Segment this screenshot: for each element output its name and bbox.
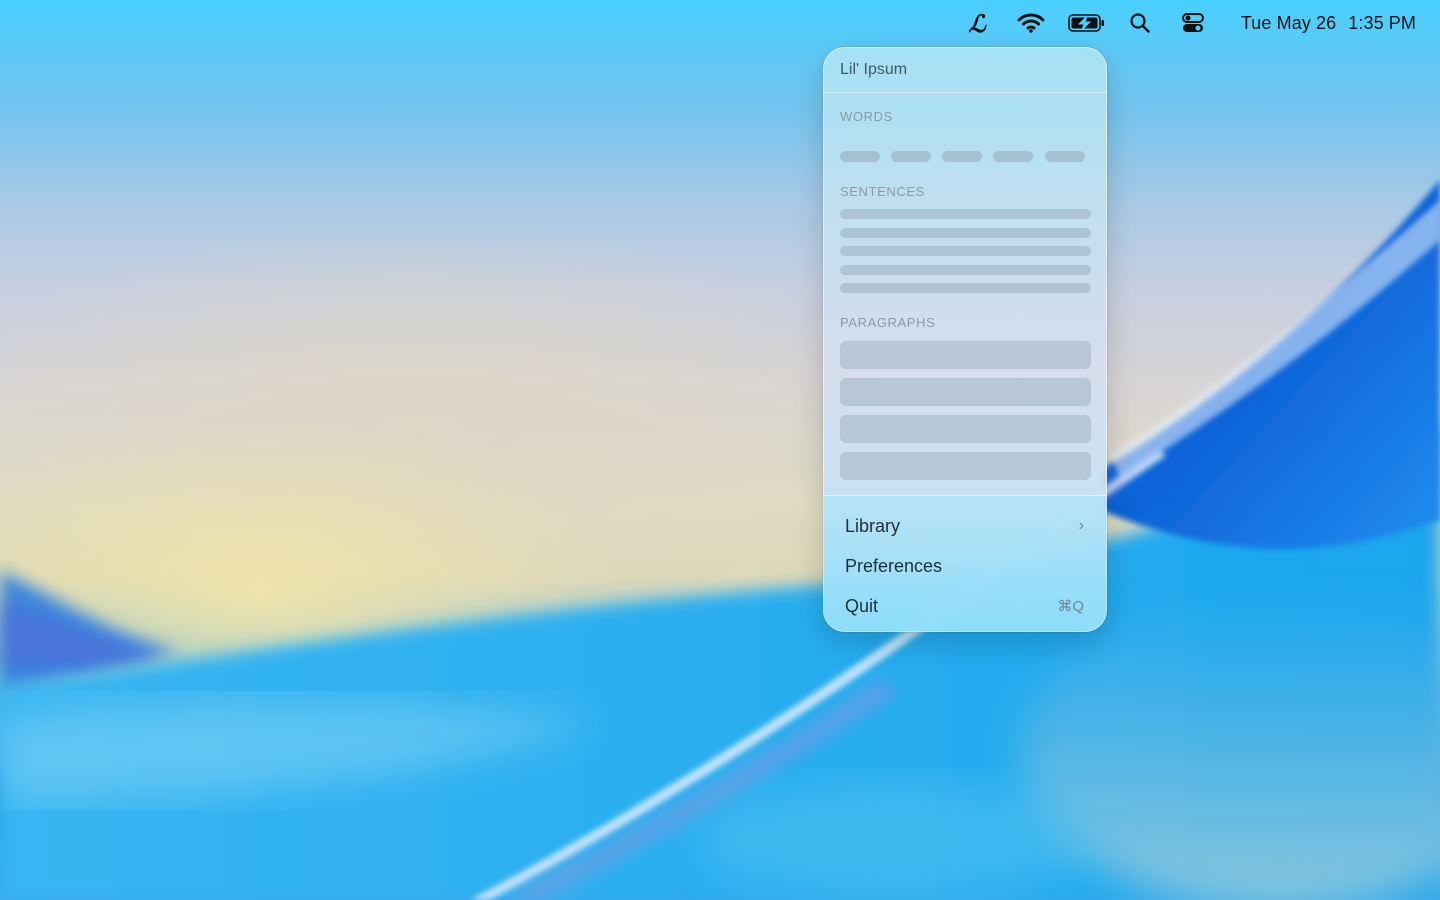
popover-menu: Library › Preferences Quit ⌘Q [823, 495, 1107, 632]
sentence-placeholder[interactable] [840, 246, 1091, 256]
menu-bar-clock[interactable]: Tue May 26 1:35 PM [1241, 8, 1416, 38]
word-placeholder[interactable] [942, 151, 982, 162]
paragraph-placeholder[interactable] [840, 341, 1091, 369]
menu-item-library[interactable]: Library › [829, 508, 1101, 544]
sentence-placeholder[interactable] [840, 228, 1091, 238]
word-placeholder[interactable] [993, 151, 1033, 162]
sentence-placeholder[interactable] [840, 209, 1091, 219]
section-label-sentences: SENTENCES [840, 184, 925, 199]
word-placeholder[interactable] [840, 151, 880, 162]
menu-item-label: Quit [845, 595, 879, 616]
keyboard-shortcut: ⌘Q [1057, 598, 1084, 615]
popover-header: Lil' Ipsum [823, 47, 1107, 93]
section-label-paragraphs: PARAGRAPHS [840, 315, 936, 330]
search-icon[interactable] [1126, 8, 1154, 38]
popover-title: Lil' Ipsum [840, 60, 908, 78]
menu-item-preferences[interactable]: Preferences [829, 548, 1101, 584]
desktop-wallpaper: ℒ Tue May 26 1:35 PM Lil' Ipsum WORDS SE… [0, 0, 1440, 900]
chevron-right-icon: › [1078, 517, 1084, 534]
clock-time: 1:35 PM [1348, 12, 1416, 33]
menu-bar: ℒ Tue May 26 1:35 PM [0, 0, 1440, 46]
section-label-words: WORDS [840, 109, 893, 124]
paragraph-placeholder[interactable] [840, 415, 1091, 443]
paragraph-placeholder[interactable] [840, 452, 1091, 480]
menu-item-label: Preferences [845, 555, 943, 576]
lil-ipsum-icon[interactable]: ℒ [962, 8, 992, 38]
menu-item-label: Library [845, 515, 901, 536]
wifi-icon[interactable] [1016, 8, 1046, 38]
sentence-placeholder[interactable] [840, 283, 1091, 293]
sentence-placeholder[interactable] [840, 265, 1091, 275]
menu-item-quit[interactable]: Quit ⌘Q [829, 588, 1101, 624]
paragraph-placeholder[interactable] [840, 378, 1091, 406]
battery-charging-icon[interactable] [1067, 8, 1107, 38]
word-placeholder[interactable] [1045, 151, 1085, 162]
clock-date: Tue May 26 [1240, 12, 1337, 33]
word-placeholder[interactable] [891, 151, 931, 162]
wallpaper-waves [0, 180, 1440, 900]
lil-ipsum-popover: Lil' Ipsum WORDS SENTENCES PARAGRAPHS Li… [823, 47, 1107, 632]
control-center-icon[interactable] [1178, 8, 1208, 38]
